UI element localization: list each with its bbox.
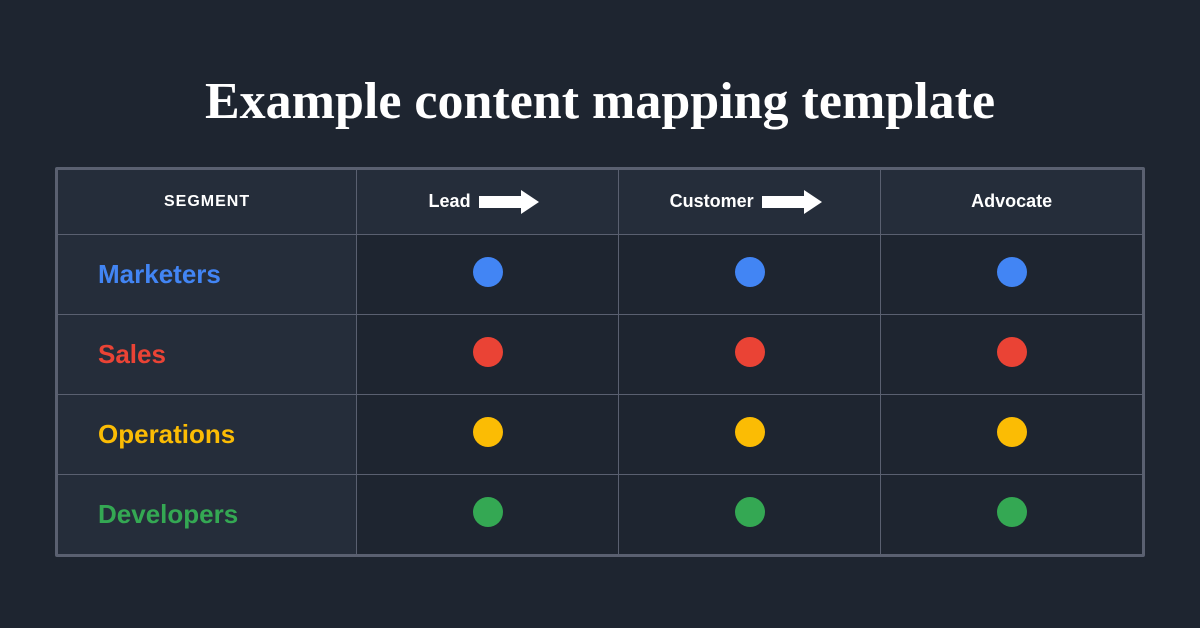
- marketers-customer-cell: [619, 234, 881, 314]
- sales-advocate-cell: [881, 314, 1143, 394]
- table-header-row: SEGMENT Lead Customer: [58, 169, 1143, 234]
- sales-lead-cell: [357, 314, 619, 394]
- marketers-advocate-cell: [881, 234, 1143, 314]
- developers-advocate-cell: [881, 474, 1143, 554]
- operations-customer-dot: [735, 417, 765, 447]
- developers-label: Developers: [58, 474, 357, 554]
- content-mapping-table: SEGMENT Lead Customer: [55, 167, 1145, 557]
- operations-lead-dot: [473, 417, 503, 447]
- sales-advocate-dot: [997, 337, 1027, 367]
- operations-advocate-cell: [881, 394, 1143, 474]
- page-title: Example content mapping template: [205, 72, 995, 131]
- marketers-advocate-dot: [997, 257, 1027, 287]
- developers-advocate-dot: [997, 497, 1027, 527]
- customer-column-header: Customer: [619, 169, 881, 234]
- operations-lead-cell: [357, 394, 619, 474]
- operations-advocate-dot: [997, 417, 1027, 447]
- customer-to-advocate-arrow: [762, 190, 822, 214]
- sales-customer-cell: [619, 314, 881, 394]
- table-row: Marketers: [58, 234, 1143, 314]
- lead-column-header: Lead: [357, 169, 619, 234]
- developers-lead-cell: [357, 474, 619, 554]
- developers-customer-dot: [735, 497, 765, 527]
- developers-lead-dot: [473, 497, 503, 527]
- developers-customer-cell: [619, 474, 881, 554]
- marketers-lead-dot: [473, 257, 503, 287]
- operations-label: Operations: [58, 394, 357, 474]
- lead-to-customer-arrow: [479, 190, 539, 214]
- table-row: Developers: [58, 474, 1143, 554]
- segment-column-header: SEGMENT: [58, 169, 357, 234]
- table-row: Operations: [58, 394, 1143, 474]
- advocate-column-header: Advocate: [881, 169, 1143, 234]
- marketers-lead-cell: [357, 234, 619, 314]
- sales-lead-dot: [473, 337, 503, 367]
- marketers-label: Marketers: [58, 234, 357, 314]
- table-row: Sales: [58, 314, 1143, 394]
- sales-label: Sales: [58, 314, 357, 394]
- marketers-customer-dot: [735, 257, 765, 287]
- operations-customer-cell: [619, 394, 881, 474]
- sales-customer-dot: [735, 337, 765, 367]
